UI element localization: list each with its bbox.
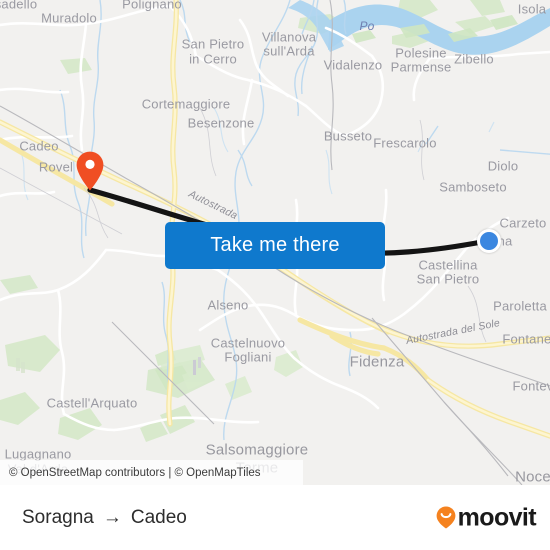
moovit-logo[interactable]: moovit	[435, 503, 537, 531]
map-label: Fogliani	[224, 349, 272, 365]
map-label: Samboseto	[439, 179, 507, 195]
map-label: Fontev	[512, 378, 550, 394]
map-label: Carzeto	[499, 215, 547, 231]
take-me-there-label: Take me there	[210, 234, 340, 256]
trip-destination: Cadeo	[130, 506, 187, 528]
map-label: Muradolo	[41, 10, 97, 26]
moovit-wordmark: moovit	[457, 503, 537, 531]
arrow-icon: →	[102, 507, 122, 528]
map-label: Zibello	[454, 51, 494, 67]
map-label: Frescarolo	[373, 135, 437, 151]
map-label: Noce	[515, 468, 550, 485]
map-label: Salsomaggiore	[205, 441, 309, 459]
map-canvas[interactable]: sadelloMuradoloPolignanoVillanovasull'Ar…	[0, 0, 550, 485]
moovit-trip-map-screen: sadelloMuradoloPolignanoVillanovasull'Ar…	[0, 0, 550, 550]
map-label: San Pietro	[181, 36, 245, 52]
map-label: Besenzone	[187, 115, 255, 131]
take-me-there-button[interactable]: Take me there	[165, 222, 385, 269]
map-label: Paroletta	[493, 298, 547, 314]
trip-summary: Soragna → Cadeo	[22, 507, 187, 529]
map-label: Alseno	[207, 297, 249, 313]
trip-origin: Soragna	[22, 506, 94, 528]
map-attribution[interactable]: © OpenStreetMap contributors | © OpenMap…	[0, 460, 303, 485]
attribution-text: © OpenStreetMap contributors | © OpenMap…	[9, 466, 261, 479]
map-label: Isola	[517, 1, 547, 17]
map-label: Fidenza	[349, 353, 405, 371]
map-label: Busseto	[323, 128, 373, 144]
map-label: Cortemaggiore	[141, 96, 231, 112]
map-label: Castell'Arquato	[46, 395, 138, 411]
map-pin-icon[interactable]	[75, 150, 105, 192]
map-label: Fontanell	[502, 331, 550, 347]
map-label: Cadeo	[19, 138, 59, 154]
footer-bar: Soragna → Cadeo moovit	[0, 485, 550, 550]
map-label: Rovel	[38, 159, 74, 175]
map-label: San Pietro	[416, 271, 480, 287]
map-label: Diolo	[487, 158, 519, 174]
map-label: Po	[359, 19, 375, 34]
destination-dot-icon[interactable]	[477, 229, 501, 253]
map-label: Parmense	[390, 59, 452, 75]
map-label: sull'Arda	[263, 43, 315, 59]
map-label: sadello	[0, 0, 38, 12]
map-label: Polignano	[122, 0, 182, 12]
moovit-pin-smile-icon	[436, 506, 456, 529]
map-label: Vidalenzo	[323, 57, 383, 73]
map-label: in Cerro	[189, 51, 237, 67]
